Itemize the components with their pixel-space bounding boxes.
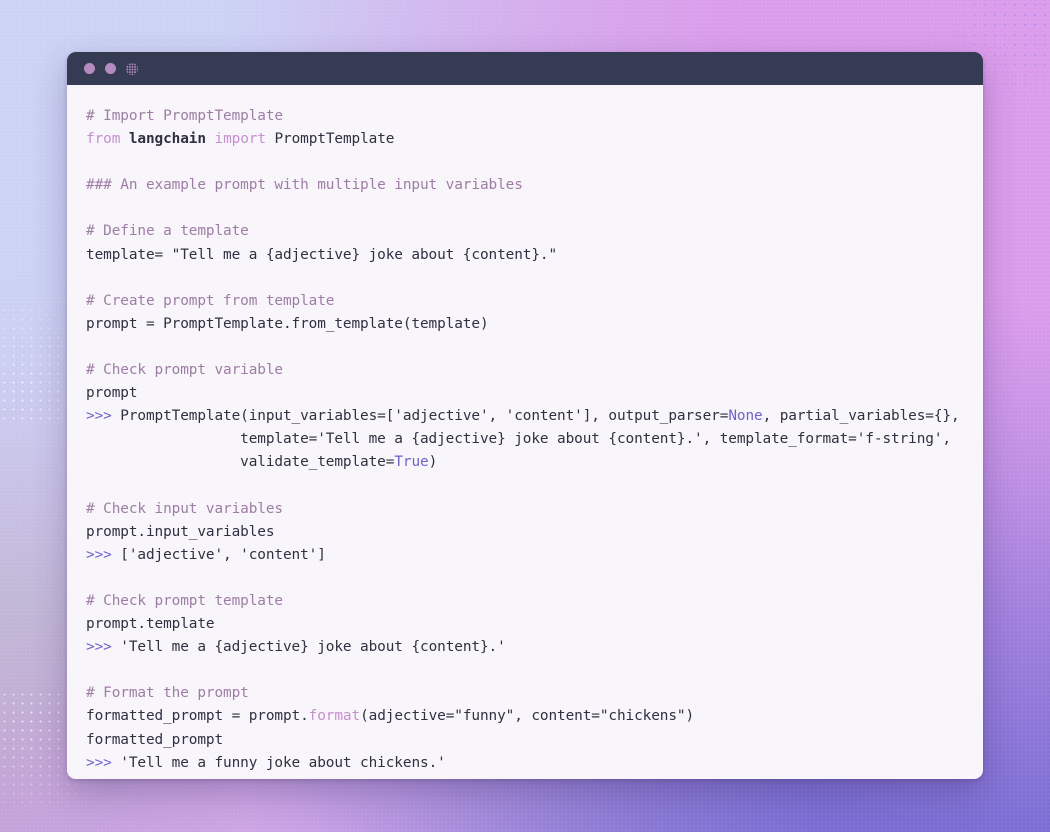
code-line: >>> 'Tell me a funny joke about chickens… bbox=[86, 754, 446, 771]
code-line: # Check prompt template bbox=[86, 592, 283, 609]
code-line: ### An example prompt with multiple inpu… bbox=[86, 177, 523, 194]
code-line: template='Tell me a {adjective} joke abo… bbox=[86, 431, 951, 448]
window-dot-minimize[interactable] bbox=[105, 63, 116, 74]
code-line: prompt.template bbox=[86, 616, 215, 633]
code-line: validate_template=True) bbox=[86, 454, 438, 471]
code-line: # Import PromptTemplate bbox=[86, 108, 283, 124]
code-line: # Format the prompt bbox=[86, 685, 249, 702]
window-dot-maximize[interactable] bbox=[126, 62, 138, 75]
code-line: >>> PromptTemplate(input_variables=['adj… bbox=[86, 408, 960, 425]
code-line: from langchain import PromptTemplate bbox=[86, 131, 395, 148]
code-editor-area[interactable]: # Import PromptTemplate from langchain im… bbox=[67, 85, 983, 779]
code-line: prompt bbox=[86, 385, 138, 402]
code-line: formatted_prompt bbox=[86, 731, 224, 748]
code-window: # Import PromptTemplate from langchain im… bbox=[67, 52, 983, 779]
code-line: # Check prompt variable bbox=[86, 362, 283, 379]
code-line: template= "Tell me a {adjective} joke ab… bbox=[86, 246, 558, 263]
window-dot-close[interactable] bbox=[84, 63, 95, 74]
code-line: >>> ['adjective', 'content'] bbox=[86, 546, 326, 563]
code-line: # Create prompt from template bbox=[86, 292, 335, 309]
code-line: prompt.input_variables bbox=[86, 523, 275, 540]
code-line: # Define a template bbox=[86, 223, 249, 240]
window-titlebar bbox=[67, 52, 983, 85]
code-line: formatted_prompt = prompt.format(adjecti… bbox=[86, 708, 695, 725]
code-line: >>> 'Tell me a {adjective} joke about {c… bbox=[86, 639, 506, 656]
code-block: # Import PromptTemplate from langchain im… bbox=[67, 105, 983, 775]
code-line: prompt = PromptTemplate.from_template(te… bbox=[86, 315, 489, 332]
code-line: # Check input variables bbox=[86, 500, 283, 517]
